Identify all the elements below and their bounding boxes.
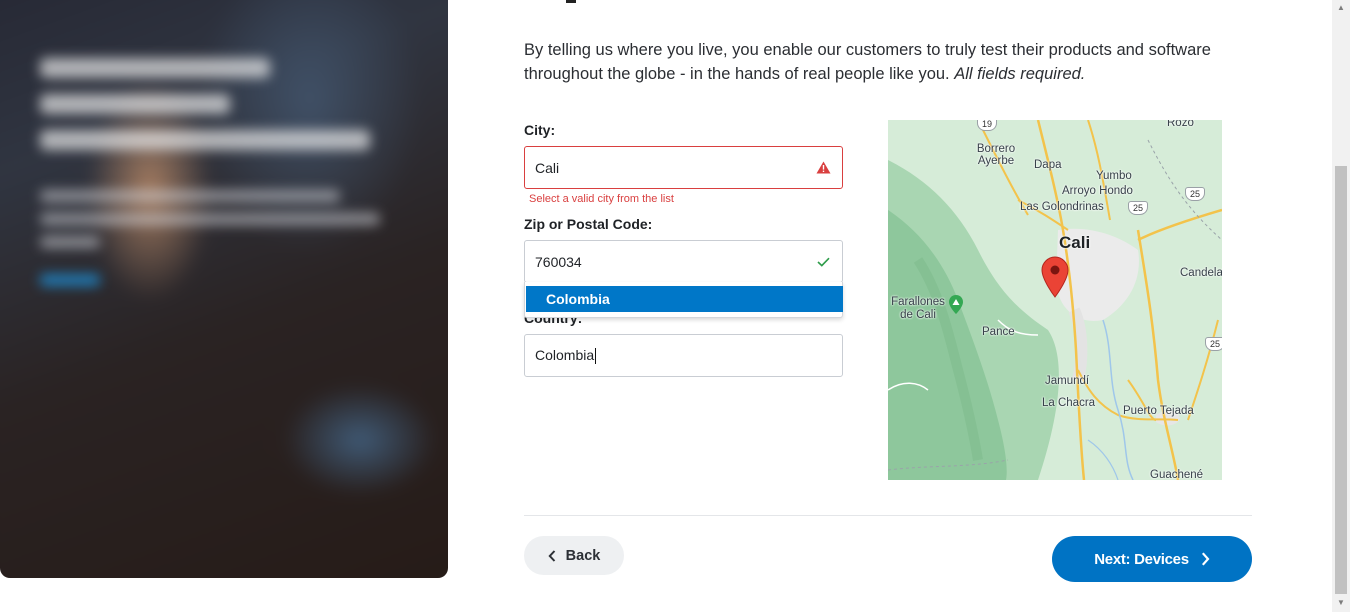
- map-city-label: Cali: [1059, 233, 1091, 252]
- route-shield: 25: [1128, 201, 1148, 215]
- next-devices-button[interactable]: Next: Devices: [1052, 536, 1252, 582]
- country-value: Colombia: [535, 346, 595, 363]
- map-label-puerto-tejada: Puerto Tejada: [1123, 405, 1194, 417]
- chevron-left-icon: [548, 549, 555, 562]
- map-label-las-golondrinas: Las Golondrinas: [1020, 201, 1104, 213]
- map-label-la-chacra: La Chacra: [1042, 397, 1096, 409]
- text-caret: [595, 348, 597, 365]
- city-error-message: Select a valid city from the list: [529, 193, 674, 205]
- chevron-right-icon: [1201, 552, 1210, 566]
- park-icon: [949, 295, 963, 314]
- scroll-up-arrow-icon[interactable]: ▲: [1336, 3, 1346, 13]
- map-label-yumbo: Yumbo: [1096, 170, 1132, 182]
- scrollbar-thumb[interactable]: [1335, 166, 1347, 594]
- map-label-farallones: Farallones de Cali: [891, 296, 945, 321]
- zip-input[interactable]: 760034: [524, 240, 843, 283]
- map-label-jamundi: Jamundí: [1045, 375, 1090, 387]
- page-heading-remnant: [566, 0, 600, 6]
- footer-divider: [524, 515, 1252, 516]
- map-label-candela: Candela: [1180, 267, 1222, 279]
- page-scrollbar[interactable]: ▲ ▼: [1332, 0, 1350, 612]
- map-label-arroyo-hondo: Arroyo Hondo: [1062, 185, 1133, 197]
- required-note: All fields required.: [954, 65, 1086, 83]
- country-input[interactable]: Colombia: [524, 334, 843, 377]
- city-label: City:: [524, 122, 556, 138]
- intro-paragraph: By telling us where you live, you enable…: [524, 38, 1224, 86]
- check-icon: [814, 253, 832, 271]
- promo-image: [0, 0, 448, 578]
- location-pin-icon: [1041, 256, 1069, 298]
- map-label-guachene: Guachené: [1150, 469, 1204, 480]
- map-label-pance: Pance: [982, 326, 1015, 338]
- next-button-label: Next: Devices: [1094, 550, 1189, 568]
- map-label-dapa: Dapa: [1034, 159, 1062, 171]
- warning-triangle-icon: [814, 159, 832, 177]
- intro-text: By telling us where you live, you enable…: [524, 41, 1211, 83]
- location-map[interactable]: Rozo Borrero Ayerbe Dapa Yumbo Arroyo Ho…: [888, 120, 1222, 480]
- map-label-rozo: Rozo: [1167, 120, 1194, 129]
- zip-value: 760034: [535, 253, 582, 270]
- city-input[interactable]: Cali: [524, 146, 843, 189]
- suggestion-item-colombia[interactable]: Colombia: [526, 286, 843, 312]
- map-label-borrero-ayerbe: Borrero Ayerbe: [976, 143, 1016, 167]
- back-button-label: Back: [565, 547, 601, 564]
- route-shield: 25: [1185, 187, 1205, 201]
- country-suggestions-dropdown: Colombia: [524, 282, 843, 318]
- scroll-down-arrow-icon[interactable]: ▼: [1336, 598, 1346, 608]
- city-value: Cali: [535, 159, 560, 176]
- zip-label: Zip or Postal Code:: [524, 216, 653, 232]
- back-button[interactable]: Back: [524, 536, 624, 575]
- promo-text-blurred: [40, 58, 400, 286]
- route-shield: 25: [1205, 337, 1222, 351]
